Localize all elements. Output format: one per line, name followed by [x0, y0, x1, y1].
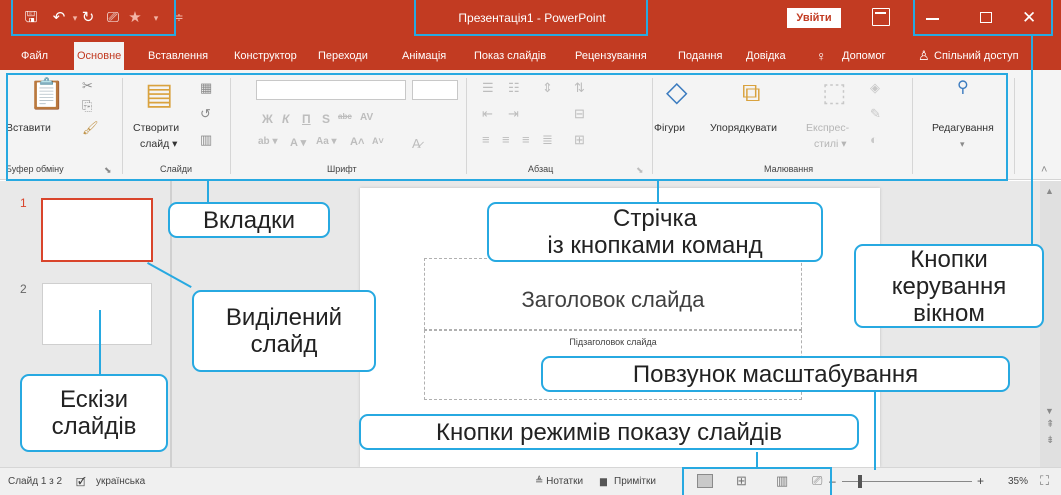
comments-icon: ▆	[600, 476, 607, 486]
language-indicator[interactable]: українська	[96, 476, 145, 487]
slide-subtitle-text: Підзаголовок слайда	[569, 337, 657, 347]
callout-tabs-text: Вкладки	[202, 206, 296, 234]
callout-window-controls: Кнопки керування вікном	[854, 244, 1044, 328]
window-controls-highlight	[913, 0, 1053, 36]
collapse-ribbon-icon[interactable]: ˄	[1041, 162, 1047, 178]
quick-access-toolbar-highlight	[11, 0, 176, 36]
group-separator	[1014, 78, 1015, 174]
share-person-icon: ♙	[918, 48, 930, 63]
ribbon-highlight	[6, 73, 1008, 181]
slide-thumbnail[interactable]	[42, 283, 152, 345]
next-slide-icon[interactable]: ⇟	[1046, 433, 1054, 449]
tab-tell-me[interactable]: Допомог	[842, 42, 885, 70]
slide-counter: Слайд 1 з 2	[8, 476, 63, 487]
callout-zoom-slider: Повзунок масштабування	[541, 356, 1010, 392]
previous-slide-icon[interactable]: ⇞	[1046, 417, 1054, 433]
tab-transitions[interactable]: Переходи	[318, 42, 368, 70]
callout-line-zoom	[874, 390, 876, 470]
scroll-up-icon[interactable]: ▲	[1045, 183, 1054, 199]
callout-window-line2: керування	[891, 272, 1007, 300]
tab-file[interactable]: Файл	[21, 42, 48, 70]
login-button[interactable]: Увійти	[787, 8, 841, 28]
tab-insert[interactable]: Вставлення	[148, 42, 208, 70]
zoom-in-button[interactable]: +	[977, 474, 984, 488]
zoom-slider-thumb[interactable]	[858, 475, 863, 488]
slide-thumbnail-selected[interactable]	[41, 198, 153, 262]
ribbon-tabs: Файл Основне Вставлення Конструктор Пере…	[0, 36, 1061, 70]
callout-thumbs-line2: слайдів	[51, 413, 137, 440]
notes-button[interactable]: ≜ Нотатки	[535, 476, 583, 487]
callout-selected-slide: Виділений слайд	[192, 290, 376, 372]
view-buttons-highlight	[682, 467, 832, 495]
callout-selected-line2: слайд	[250, 331, 318, 358]
proofing-icon[interactable]: 🗹	[76, 474, 86, 493]
callout-selected-line1: Виділений	[225, 304, 343, 331]
callout-window-line3: вікном	[913, 299, 985, 327]
ribbon-display-options-icon[interactable]	[872, 8, 890, 26]
tab-home[interactable]: Основне	[74, 42, 125, 70]
title-placeholder[interactable]: Заголовок слайда	[424, 258, 802, 330]
zoom-level[interactable]: 35%	[1008, 476, 1028, 487]
tab-help[interactable]: Довідка	[746, 42, 786, 70]
callout-line-views	[756, 452, 758, 468]
tab-animations[interactable]: Анімація	[402, 42, 446, 70]
callout-ribbon-line1: Стрічка	[613, 205, 697, 232]
callout-thumbnails: Ескізи слайдів	[20, 374, 168, 452]
lightbulb-icon: ♀	[816, 48, 827, 64]
callout-ribbon: Стрічка із кнопками команд	[487, 202, 823, 262]
callout-window-line1: Кнопки	[910, 245, 988, 273]
callout-line-ribbon	[657, 181, 659, 202]
callout-line-thumbs	[99, 310, 101, 374]
callout-line-tabs	[207, 181, 209, 202]
tab-view[interactable]: Подання	[678, 42, 722, 70]
slide-number-1: 1	[20, 196, 27, 210]
callout-ribbon-line2: із кнопками команд	[547, 232, 763, 259]
title-highlight	[414, 0, 648, 36]
slide-number-2: 2	[20, 282, 27, 296]
status-bar: Слайд 1 з 2 🗹 українська ≜ Нотатки ▆ При…	[0, 467, 1061, 495]
vertical-scrollbar[interactable]: ▲ ▼ ⇞ ⇟	[1040, 181, 1061, 467]
callout-thumbs-line1: Ескізи	[60, 386, 128, 413]
comments-button[interactable]: Примітки	[614, 476, 656, 487]
tab-slide-show[interactable]: Показ слайдів	[474, 42, 546, 70]
callout-zoom-text: Повзунок масштабування	[632, 360, 919, 388]
callout-tabs: Вкладки	[168, 202, 330, 238]
callout-line-window	[1031, 36, 1033, 256]
tab-review[interactable]: Рецензування	[575, 42, 647, 70]
slide-title-text: Заголовок слайда	[521, 287, 705, 312]
share-button[interactable]: Спільний доступ	[934, 42, 1019, 70]
callout-view-buttons: Кнопки режимів показу слайдів	[359, 414, 859, 450]
callout-views-text: Кнопки режимів показу слайдів	[436, 418, 782, 446]
fit-to-window-icon[interactable]: ⛶	[1040, 473, 1049, 489]
tab-design[interactable]: Конструктор	[234, 42, 297, 70]
